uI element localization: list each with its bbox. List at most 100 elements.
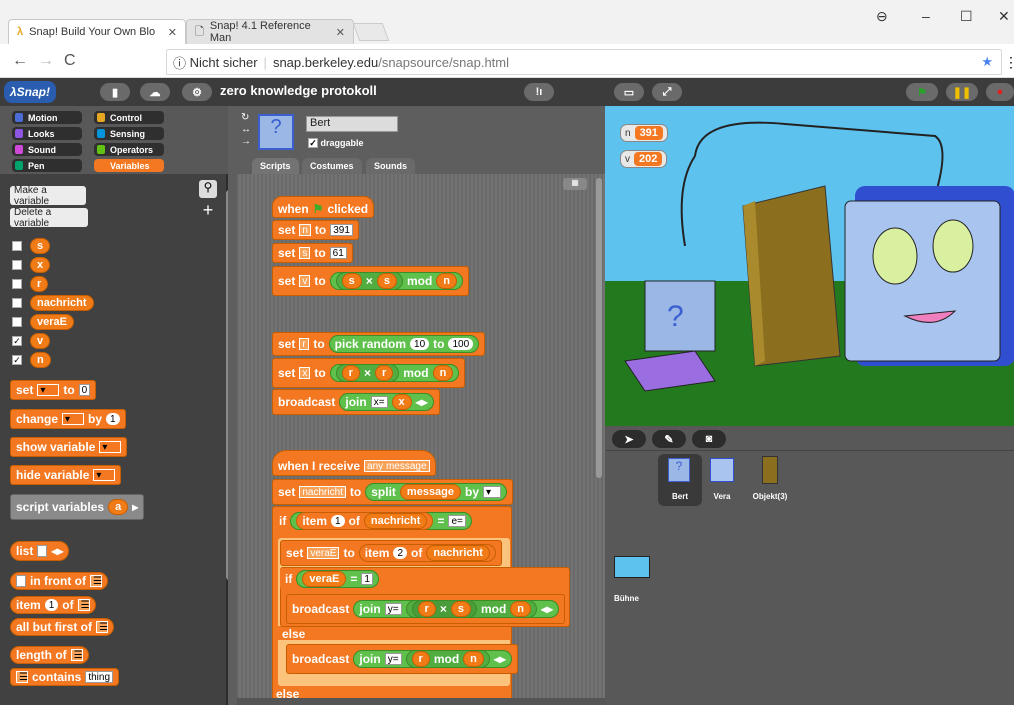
search-icon[interactable]: ⚲	[199, 180, 217, 198]
address-input[interactable]: ⓘ Nicht sicher | snap.berkeley.edu /snap…	[166, 49, 1002, 75]
turtle-sprite-icon[interactable]: ➤	[612, 430, 646, 448]
broadcast-y2-block[interactable]: broadcast join y= r mod n ◂▸	[286, 644, 518, 674]
set-x-block[interactable]: set x to r × r mod n	[272, 358, 466, 388]
pause-icon[interactable]: ❚❚	[946, 83, 978, 101]
variable-reporter[interactable]: veraE	[30, 314, 74, 330]
stage-size-icon[interactable]: ▭	[614, 83, 644, 101]
variable-reporter[interactable]: n	[30, 352, 51, 368]
cloud-icon[interactable]: ☁	[140, 83, 170, 101]
hat-when-receive[interactable]: when I receive any message	[272, 450, 436, 476]
set-nachricht-block[interactable]: set nachricht to split message by ▾	[272, 479, 514, 505]
keyboard-icon[interactable]: ▦	[563, 178, 587, 190]
set-n-block[interactable]: set n to 391	[272, 220, 359, 240]
category-looks[interactable]: Looks	[12, 127, 82, 140]
keyboard-entry-icon[interactable]: !ı	[524, 83, 554, 101]
close-tab-icon[interactable]: ✕	[336, 26, 345, 39]
variable-checkbox[interactable]: ✓	[12, 336, 22, 346]
stop-icon[interactable]: ●	[986, 83, 1014, 101]
contains-block[interactable]: ☰ contains thing	[10, 668, 120, 686]
vera-thumbnail[interactable]	[710, 458, 734, 482]
bookmark-star-icon[interactable]: ★	[981, 54, 993, 70]
category-swatch	[97, 145, 105, 154]
variable-checkbox[interactable]	[12, 260, 22, 270]
delete-variable-button[interactable]: Delete a variable	[10, 207, 88, 229]
change-var-block[interactable]: change ▾ by 1	[10, 409, 126, 429]
file-icon[interactable]: ▮	[100, 83, 130, 101]
browser-tab-manual[interactable]: 🗋 Snap! 4.1 Reference Man ✕	[186, 19, 354, 44]
script-variables-block[interactable]: script variables a ▸	[10, 494, 145, 520]
back-icon[interactable]: ←	[12, 52, 28, 70]
category-swatch	[97, 161, 105, 170]
category-swatch	[15, 113, 23, 122]
presentation-mode-icon[interactable]: ⤢	[652, 83, 682, 101]
category-control[interactable]: Control	[94, 111, 164, 124]
draggable-checkbox[interactable]: ✓ draggable	[308, 138, 364, 148]
svg-text:?: ?	[667, 300, 684, 333]
new-tab-button[interactable]	[352, 23, 390, 41]
variable-reporter[interactable]: r	[30, 276, 49, 292]
broadcast-y-block[interactable]: broadcast join y= r × s mod n ◂▸	[286, 594, 566, 624]
category-sound[interactable]: Sound	[12, 143, 82, 156]
tab-scripts[interactable]: Scripts	[252, 158, 299, 174]
browser-tab-snap[interactable]: λ Snap! Build Your Own Blo ✕	[8, 19, 186, 44]
watcher-v[interactable]: v 202	[620, 150, 668, 168]
paintbrush-icon[interactable]: ✎	[652, 430, 686, 448]
variable-reporter[interactable]: nachricht	[30, 295, 94, 311]
variable-checkbox[interactable]	[12, 298, 22, 308]
category-operators[interactable]: Operators	[94, 143, 164, 156]
category-swatch	[15, 129, 23, 138]
tab-sounds[interactable]: Sounds	[366, 158, 415, 174]
gear-icon[interactable]: ⚙	[182, 83, 212, 101]
minimize-icon[interactable]: –	[922, 8, 930, 24]
account-icon[interactable]: ⊖	[876, 8, 888, 25]
tab-costumes[interactable]: Costumes	[302, 158, 362, 174]
broadcast-x-block[interactable]: broadcast join x= x ◂▸	[272, 389, 440, 415]
close-window-icon[interactable]: ✕	[998, 8, 1010, 25]
menu-icon[interactable]: ⋮	[1004, 54, 1014, 71]
variable-reporter[interactable]: v	[30, 333, 51, 349]
objekt3-thumbnail[interactable]	[762, 456, 778, 484]
script-scrollbar[interactable]	[596, 178, 602, 478]
script-hscrollbar[interactable]	[237, 698, 605, 705]
make-variable-button[interactable]: Make a variable	[10, 185, 86, 207]
variable-reporter[interactable]: s	[30, 238, 51, 254]
set-var-block[interactable]: set ▾ to 0	[10, 380, 97, 400]
forward-icon[interactable]: →	[38, 52, 54, 70]
variable-checkbox[interactable]	[12, 317, 22, 327]
variable-checkbox[interactable]: ✓	[12, 355, 22, 365]
category-swatch	[97, 129, 105, 138]
set-s-block[interactable]: set s to 61	[272, 243, 353, 263]
length-of-block[interactable]: length of ☰	[10, 646, 89, 664]
sprite-thumbnail: ?	[258, 114, 294, 150]
variable-reporter[interactable]: x	[30, 257, 51, 273]
hat-green-flag[interactable]: when ⚑ clicked	[272, 196, 375, 218]
category-pen[interactable]: Pen	[12, 159, 82, 172]
reload-icon[interactable]: C	[64, 52, 76, 70]
stage-thumbnail[interactable]	[614, 556, 650, 578]
close-tab-icon[interactable]: ✕	[168, 26, 177, 39]
hide-variable-block[interactable]: hide variable ▾	[10, 465, 122, 485]
set-veraE-block[interactable]: set veraE to item 2 of nachricht	[280, 540, 502, 566]
item-of-block[interactable]: item 1 of ☰	[10, 596, 96, 614]
set-r-random-block[interactable]: set r to pick random 10 to 100	[272, 332, 486, 356]
sprite-name-field[interactable]: Bert	[306, 116, 398, 132]
list-block[interactable]: list ◂▸	[10, 541, 70, 561]
category-motion[interactable]: Motion	[12, 111, 82, 124]
camera-icon[interactable]: ◙	[692, 430, 726, 448]
rotation-style-icons[interactable]: ↻ ↔ →	[241, 112, 251, 148]
variable-checkbox[interactable]	[12, 279, 22, 289]
set-v-block[interactable]: set v to s × s mod n	[272, 266, 470, 296]
green-flag-icon[interactable]: ⚑	[906, 83, 938, 101]
all-but-first-block[interactable]: all but first of ☰	[10, 618, 114, 636]
in-front-of-block[interactable]: in front of ☰	[10, 572, 108, 590]
snap-logo[interactable]: λSnap!	[4, 81, 56, 103]
category-sensing[interactable]: Sensing	[94, 127, 164, 140]
add-icon[interactable]: +	[199, 201, 217, 220]
maximize-icon[interactable]: ☐	[960, 8, 973, 25]
else-label: else	[282, 627, 306, 641]
category-variables[interactable]: Variables	[94, 159, 164, 172]
show-variable-block[interactable]: show variable ▾	[10, 437, 128, 457]
snap-lambda-icon: λ	[17, 26, 24, 38]
watcher-n[interactable]: n 391	[620, 124, 668, 142]
variable-checkbox[interactable]	[12, 241, 22, 251]
